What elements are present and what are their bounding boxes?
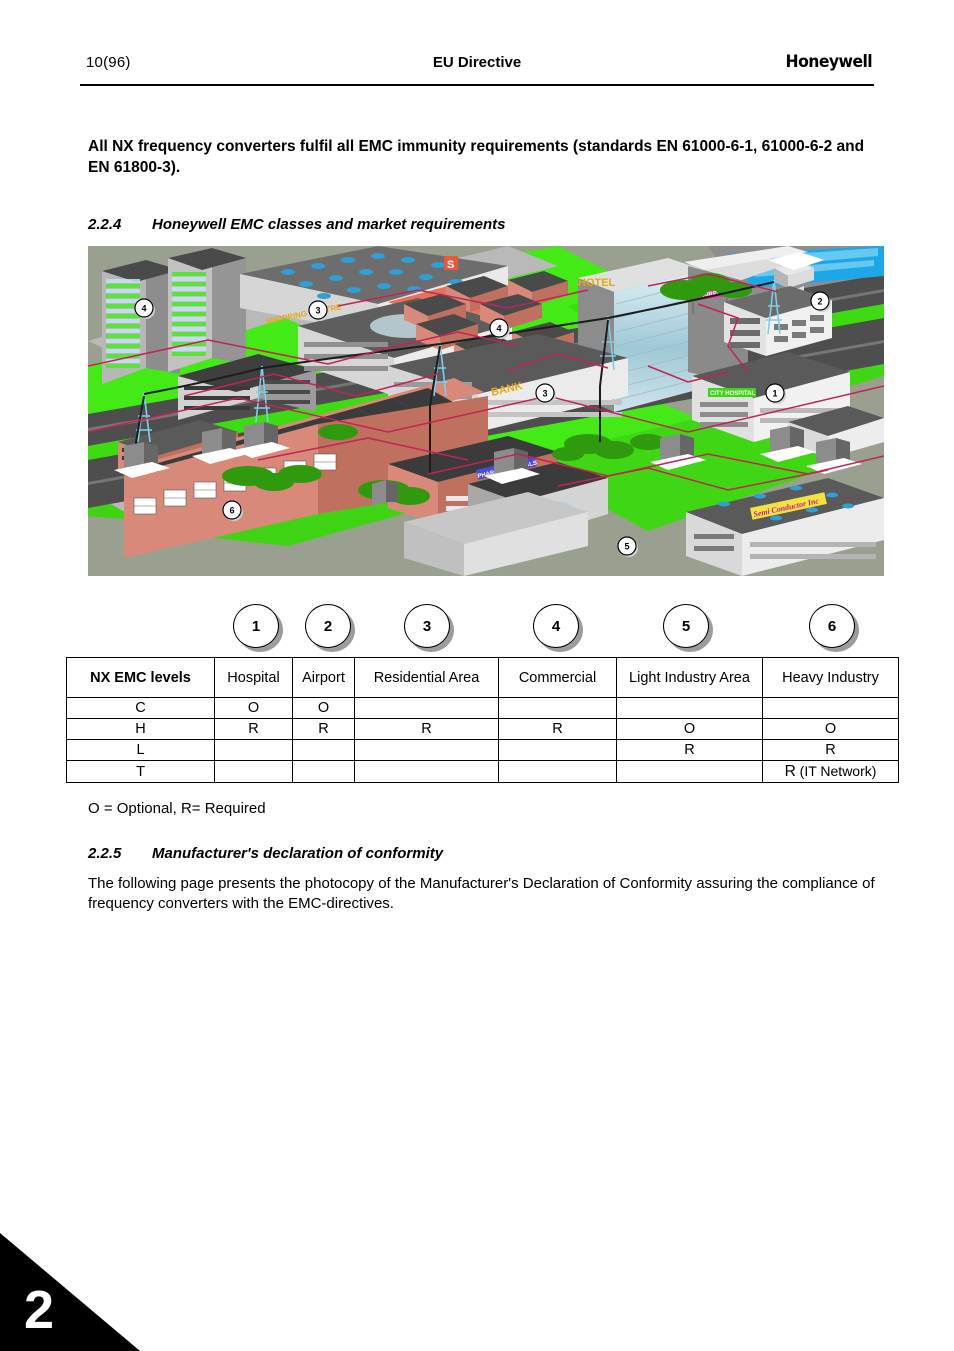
callout-number: 4 — [533, 604, 579, 648]
chapter-tab: 2 — [0, 1233, 140, 1351]
table-header-cell: Light Industry Area — [616, 657, 763, 698]
callout-badge-3: 3 — [404, 604, 454, 652]
section-number: 2.2.4 — [88, 216, 122, 233]
table-row: L R R — [66, 739, 899, 761]
table-cell: R — [292, 718, 355, 740]
callout-number: 1 — [233, 604, 279, 648]
table-cell — [498, 697, 617, 719]
emc-city-illustration: SHOPPING CENTRE S HOTEL BANK CITY AIRPOR… — [88, 246, 884, 576]
table-cell: O — [616, 718, 763, 740]
table-cell: R — [616, 739, 763, 761]
table-cell — [292, 739, 355, 761]
table-cell: O — [214, 697, 293, 719]
table-header-row: NX EMC levels Hospital Airport Residenti… — [66, 657, 899, 698]
level-label: C — [66, 697, 215, 719]
section-heading-2-2-5: 2.2.5 Manufacturer's declaration of confo… — [88, 845, 443, 862]
callout-badge-6: 6 — [809, 604, 859, 652]
svg-text:4: 4 — [141, 304, 146, 314]
table-header-cell: Heavy Industry — [762, 657, 899, 698]
table-cell — [498, 739, 617, 761]
table-cell — [354, 760, 499, 783]
level-label: L — [66, 739, 215, 761]
callout-number: 2 — [305, 604, 351, 648]
callout-number: 3 — [404, 604, 450, 648]
table-cell — [354, 697, 499, 719]
svg-text:2: 2 — [817, 297, 822, 307]
table-cell — [762, 697, 899, 719]
svg-text:5: 5 — [624, 542, 629, 552]
chapter-tab-number: 2 — [24, 1280, 55, 1340]
table-header-cell: NX EMC levels — [66, 657, 215, 698]
intro-paragraph: All NX frequency converters fulfil all E… — [88, 138, 865, 176]
page-header: 10(96) EU Directive Honeywell — [80, 52, 874, 86]
callout-badge-2: 2 — [305, 604, 355, 652]
table-row: T R (IT Network) — [66, 760, 899, 783]
section-heading-2-2-4: 2.2.4 Honeywell EMC classes and market re… — [88, 216, 505, 233]
table-cell: R — [762, 739, 899, 761]
it-network-note: (IT Network) — [795, 763, 877, 779]
table-cell: O — [762, 718, 899, 740]
table-cell: R — [354, 718, 499, 740]
chapter-tab-triangle — [0, 1233, 140, 1351]
table-header-cell: Commercial — [498, 657, 617, 698]
svg-text:HOTEL: HOTEL — [578, 277, 616, 289]
table-header-cell: Hospital — [214, 657, 293, 698]
table-cell — [616, 760, 763, 783]
svg-text:1: 1 — [772, 389, 777, 399]
table-cell-it-network: R (IT Network) — [762, 760, 899, 783]
callout-number: 6 — [809, 604, 855, 648]
emc-levels-table: NX EMC levels Hospital Airport Residenti… — [66, 657, 899, 783]
svg-text:3: 3 — [315, 306, 320, 316]
table-legend: O = Optional, R= Required — [88, 800, 266, 817]
table-header-cell: Airport — [292, 657, 355, 698]
table-row: H R R R R O O — [66, 718, 899, 740]
table-cell: O — [292, 697, 355, 719]
section-title: Manufacturer's declaration of conformity — [152, 845, 444, 862]
callout-badge-1: 1 — [233, 604, 283, 652]
level-label: T — [66, 760, 215, 783]
section-title: Honeywell EMC classes and market require… — [152, 216, 506, 233]
table-cell: R — [498, 718, 617, 740]
section-number: 2.2.5 — [88, 845, 122, 862]
table-cell — [354, 739, 499, 761]
callout-number: 5 — [663, 604, 709, 648]
table-cell — [616, 697, 763, 719]
table-cell — [214, 760, 293, 783]
svg-text:3: 3 — [542, 389, 547, 399]
callout-legend-row: 1 2 3 4 5 6 — [0, 604, 954, 654]
closing-paragraph: The following page presents the photocop… — [88, 875, 875, 912]
honeywell-logo: Honeywell — [785, 52, 872, 72]
it-network-required: R — [784, 763, 796, 780]
table-cell — [292, 760, 355, 783]
table-cell: R — [214, 718, 293, 740]
city-map-svg: SHOPPING CENTRE S HOTEL BANK CITY AIRPOR… — [88, 246, 884, 576]
svg-text:CITY HOSPITAL: CITY HOSPITAL — [710, 391, 755, 397]
level-label: H — [66, 718, 215, 740]
svg-text:S: S — [447, 259, 454, 271]
table-row: C O O — [66, 697, 899, 719]
table-header-cell: Residential Area — [354, 657, 499, 698]
svg-text:4: 4 — [496, 324, 501, 334]
callout-badge-5: 5 — [663, 604, 713, 652]
table-cell — [214, 739, 293, 761]
page-title: EU Directive — [432, 54, 522, 71]
svg-text:6: 6 — [229, 506, 234, 516]
callout-badge-4: 4 — [533, 604, 583, 652]
table-cell — [498, 760, 617, 783]
